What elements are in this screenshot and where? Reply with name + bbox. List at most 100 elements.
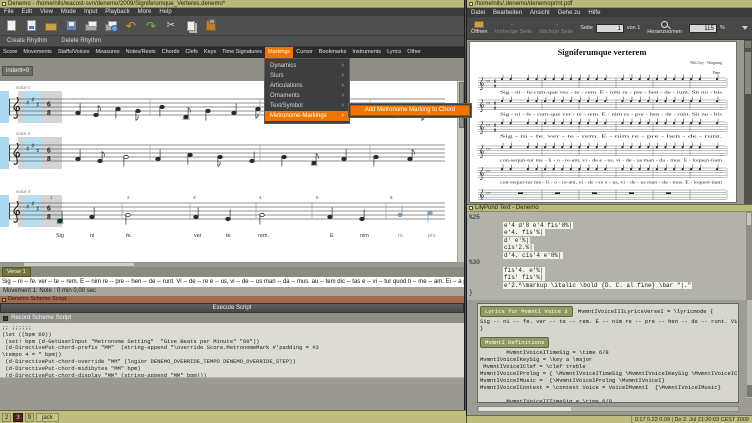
lilypond-code-text: d'4. cis'4 e'8%| <box>503 251 563 259</box>
menu-item-keys[interactable]: Keys <box>201 47 219 58</box>
lilypond-text-view[interactable]: %25 e'4 d'8 e'4 fis'8%| e'4. fis'%| d' e'%|… <box>467 212 752 300</box>
menu-item-notes-rests[interactable]: Notes/Rests <box>123 47 159 58</box>
pdf-view-area[interactable]: Signiferumque verterem Nils Gey - Wargsan… <box>467 40 752 204</box>
menu-item-more[interactable]: More <box>134 8 156 16</box>
menu-item-staffs-voices[interactable]: Staffs/Voices <box>55 47 93 58</box>
scrollbar-thumb[interactable] <box>24 263 134 266</box>
menu-item-score[interactable]: Score <box>0 47 20 58</box>
menu-item-clefs[interactable]: Clefs <box>182 47 201 58</box>
menu-item-movements[interactable]: Movements <box>20 47 54 58</box>
menu-item-cursor[interactable]: Cursor <box>293 47 316 58</box>
menu-item-playback[interactable]: Playback <box>101 8 133 16</box>
scroll-up-icon[interactable] <box>745 41 751 48</box>
toolbar-cut-button[interactable]: ✂ <box>164 19 178 33</box>
menu-item-mode[interactable]: Mode <box>57 8 80 16</box>
workspace-2[interactable]: 2 <box>2 412 12 422</box>
execute-script-button[interactable]: Execute Script <box>0 303 464 313</box>
pdf-viewer-titlebar[interactable]: /home/nils/.denemo/denemoprint.pdf <box>467 0 752 8</box>
menu-item-file[interactable]: File <box>0 8 18 16</box>
score-hscrollbar[interactable] <box>0 262 464 267</box>
zoom-unit-label: % <box>719 25 725 31</box>
panel-hscrollbar[interactable] <box>477 406 739 412</box>
menu-item-lyrics[interactable]: Lyrics <box>384 47 404 58</box>
pdf-sheet-music: Signiferumque verterem Nils Gey - Wargsan… <box>478 47 728 203</box>
toolbar-new-button[interactable] <box>4 19 18 33</box>
page-label: Seite <box>580 25 593 31</box>
menu-item-metronome-markings[interactable]: Metronome-Markings › <box>264 111 349 121</box>
taskbar-tag-jack[interactable]: jack <box>36 412 59 422</box>
menu-item-ornaments[interactable]: Ornaments › <box>265 91 349 101</box>
panel-vscrollbar[interactable] <box>747 300 752 398</box>
scheme-script-titlebar[interactable]: Denemo Scheme Script. <box>0 296 464 303</box>
open-button[interactable]: Öffnen <box>471 21 487 35</box>
menu-item-measures[interactable]: Measures <box>93 47 123 58</box>
lyrics-panel-tab[interactable]: Lyrics for MvmntI Voice 3 <box>480 306 573 317</box>
page-number-input[interactable]: 1 <box>595 23 624 33</box>
menu-item-time-signatures[interactable]: Time Signatures <box>219 47 265 58</box>
zoom-in-icon <box>661 21 669 28</box>
scrollbar-thumb[interactable] <box>479 407 571 411</box>
menu-item-other[interactable]: Other <box>404 47 424 58</box>
menu-item-input[interactable]: Input <box>80 8 101 16</box>
toolbar-open-button[interactable] <box>24 19 38 33</box>
scrollbar-thumb[interactable] <box>747 213 751 225</box>
svg-text:Sig - ni - fe - rum-que ver -: Sig - ni - fe - rum-que ver - te - rem. … <box>500 113 723 117</box>
lyrics-editor[interactable]: Sig -- ni -- fe. ver -- te -- rem. E -- … <box>0 277 464 287</box>
pdf-vscrollbar[interactable] <box>744 40 752 204</box>
zoom-in-button[interactable]: Heranzoomen <box>647 21 682 35</box>
definitions-panel-header: MvmntI Definitions <box>480 336 736 349</box>
svg-text:Signiferumque verterem: Signiferumque verterem <box>558 47 647 57</box>
menu-item-slurs[interactable]: Slurs › <box>265 71 349 81</box>
lilypond-window-titlebar[interactable]: LilyPond Text - Denemo <box>467 204 752 212</box>
scrollbar-thumb[interactable] <box>745 52 751 94</box>
menu-item-view[interactable]: View <box>36 8 57 16</box>
scrollbar-thumb[interactable] <box>747 385 752 397</box>
menu-item-chords[interactable]: Chords <box>159 47 183 58</box>
create-rhythm-button[interactable]: Create Rhythm <box>0 36 54 47</box>
denemo-titlebar[interactable]: Denemo - /home/nils/wacost-svn/denemo/20… <box>0 0 464 8</box>
denemo-window-title: Denemo - /home/nils/wacost-svn/denemo/20… <box>8 0 226 7</box>
toolbar-print-button[interactable] <box>84 19 98 33</box>
chevron-down-icon[interactable] <box>742 26 748 30</box>
scheme-script-editor[interactable]: ;; ;;;;;; (let ((bpm 60)) (set! bpm (d-Ge… <box>0 323 464 378</box>
menu-item-ansicht[interactable]: Ansicht <box>526 9 554 17</box>
menu-item-edit[interactable]: Edit <box>18 8 36 16</box>
toolbar-paste-button[interactable] <box>204 19 218 33</box>
tab-verse-1[interactable]: Verse 1 <box>2 267 31 277</box>
menu-item-bookmarks[interactable]: Bookmarks <box>316 47 350 58</box>
window-checkbox-icon[interactable] <box>2 297 6 302</box>
definitions-panel-tab[interactable]: MvmntI Definitions <box>480 337 550 348</box>
lilypond-code-line: fis'4. e'%| <box>469 266 752 275</box>
previous-page-button[interactable]: ← Vorherige Seite <box>494 21 532 35</box>
toolbar-save-button[interactable] <box>64 19 78 33</box>
toolbar-redo-button[interactable]: ↷ <box>144 19 158 33</box>
toolbar-copy-button[interactable] <box>184 19 198 33</box>
menu-item-add-metronome-marking-to-chord[interactable]: Add Metronome Marking to Chord <box>349 105 470 116</box>
svg-text:♯: ♯ <box>31 96 34 104</box>
menu-item-help[interactable]: Help <box>155 8 175 16</box>
toolbar-open-folder-button[interactable] <box>44 19 58 33</box>
definitions-code-line: MvmntIVoiceIITimeSig = \time 6/8 <box>480 398 613 403</box>
toolbar-print-preview-button[interactable] <box>104 19 118 33</box>
record-checkbox[interactable] <box>3 315 8 321</box>
zoom-value-input[interactable]: 115 <box>688 23 717 33</box>
panel-content[interactable]: Lyrics for MvmntI Voice 3 MvmntIVoiceIII… <box>477 303 739 403</box>
toolbar-undo-button[interactable]: ↶ <box>124 19 138 33</box>
menu-item-text-symbol[interactable]: Text/Symbol › <box>265 101 349 111</box>
previous-page-label: Vorherige Seite <box>494 29 533 35</box>
menu-item-markings[interactable]: Markings Dynamics › Slurs › Articulations › Orn… <box>263 47 472 124</box>
next-page-button[interactable]: → Nächste Seite <box>539 21 573 35</box>
menu-item-datei[interactable]: Datei <box>467 9 489 17</box>
workspace-9[interactable]: 9 <box>24 412 35 422</box>
menu-item-hilfe[interactable]: Hilfe <box>584 9 604 17</box>
menu-item-dynamics[interactable]: Dynamics › <box>265 61 349 71</box>
menu-item-gehe-zu[interactable]: Gehe zu <box>554 9 585 17</box>
workspace-3[interactable]: 3 <box>13 412 23 422</box>
lilypond-code-line: e'4 d'8 e'4 fis'8%| <box>469 221 752 230</box>
menu-item-articulations[interactable]: Articulations › <box>265 81 349 91</box>
indent-badge[interactable]: indent=0 <box>2 66 34 76</box>
delete-rhythm-button[interactable]: Delete Rhythm <box>54 36 108 47</box>
menu-item-instruments[interactable]: Instruments <box>349 47 384 58</box>
lilypond-vscrollbar[interactable] <box>746 212 752 300</box>
menu-item-bearbeiten[interactable]: Bearbeiten <box>489 9 526 17</box>
